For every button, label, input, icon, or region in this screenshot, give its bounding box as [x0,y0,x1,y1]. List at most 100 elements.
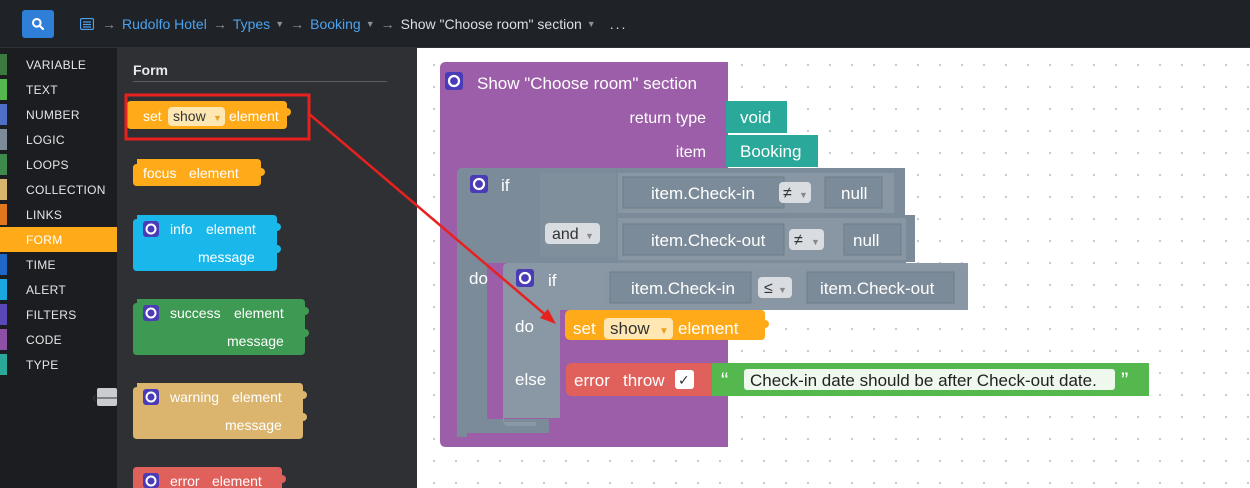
set-label: set [573,319,596,338]
caret-down-icon[interactable]: ▼ [587,19,596,29]
category-color-bar [0,254,7,275]
inner-else-label: else [515,370,546,389]
category-sidebar: VARIABLE TEXT NUMBER LOGIC LOOPS COLLECT… [0,48,123,488]
info-label: info [170,221,193,237]
compare2-right: null [853,231,879,250]
breadcrumb-current: Show "Choose room" section [400,16,582,32]
dropdown-caret-icon: ▼ [213,113,222,123]
category-color-bar [0,204,7,225]
category-text[interactable]: TEXT [0,77,117,102]
category-links[interactable]: LINKS [0,202,117,227]
compare1-right: null [841,184,867,203]
category-loops[interactable]: LOOPS [0,152,117,177]
element-label: element [678,319,739,338]
breadcrumb-link-types[interactable]: Types [233,16,270,32]
show-dropdown-label: show [610,319,650,338]
gear-icon[interactable] [445,72,463,90]
category-color-bar [0,304,7,325]
category-form[interactable]: FORM [0,227,117,252]
element-label: element [206,221,256,237]
category-color-bar [0,79,7,100]
message-label: message [227,333,284,349]
category-variable[interactable]: VARIABLE [0,52,117,77]
category-alert[interactable]: ALERT [0,277,117,302]
caret-down-icon[interactable]: ▼ [366,19,375,29]
dropdown-caret-icon: ▼ [811,237,820,247]
error-label: error [574,371,610,390]
element-label: element [189,165,239,181]
message-label: message [198,249,255,265]
flyout-block-focus[interactable]: focus element [133,159,265,186]
category-type[interactable]: TYPE [0,352,117,377]
list-icon[interactable] [80,18,94,30]
category-label: TEXT [26,82,58,97]
inner-compare-right: item.Check-out [820,279,935,298]
category-label: LOGIC [26,132,65,147]
do-label: do [469,269,488,288]
gear-icon[interactable] [143,389,159,405]
category-number[interactable]: NUMBER [0,102,117,127]
element-label: element [212,473,262,488]
gear-icon[interactable] [470,175,488,193]
element-label: element [232,389,282,405]
category-logic[interactable]: LOGIC [0,127,117,152]
arrow-right-icon: → [380,16,395,32]
search-button[interactable] [22,10,54,38]
gear-icon[interactable] [143,305,159,321]
flyout-block-success[interactable]: success element message [133,299,309,355]
and-label: and [552,226,579,243]
category-label: CODE [26,332,62,347]
error-throw-block[interactable]: error throw ✓ [566,363,712,396]
check-icon: ✓ [678,372,690,388]
item-value-block[interactable]: Booking [726,135,818,167]
category-label: LOOPS [26,157,69,172]
category-collection[interactable]: COLLECTION [0,177,117,202]
inner-do-label: do [515,317,534,336]
breadcrumb-link-booking[interactable]: Booking [310,16,361,32]
gear-icon[interactable] [143,221,159,237]
category-label: VARIABLE [26,57,87,72]
gear-icon[interactable] [143,473,159,488]
dropdown-caret-icon: ▼ [585,231,594,241]
set-show-element-block[interactable]: set show ▼ element [565,310,769,340]
arrow-right-icon: → [290,16,305,32]
flyout-block-info[interactable]: info element message [133,215,281,271]
category-color-bar [0,54,7,75]
block-workspace[interactable]: Show "Choose room" section return type i… [417,48,1250,488]
caret-down-icon[interactable]: ▼ [275,19,284,29]
item-label: item [676,144,706,161]
breadcrumb-link-hotel[interactable]: Rudolfo Hotel [122,16,207,32]
more-menu[interactable]: ... [610,16,628,32]
gear-icon[interactable] [516,269,534,287]
category-color-bar [0,229,7,250]
arrow-right-icon: → [212,16,227,32]
error-message-text[interactable]: Check-in date should be after Check-out … [750,371,1097,390]
throw-label: throw [623,371,665,390]
category-color-bar [0,104,7,125]
category-color-bar [0,329,7,350]
flyout-block-set-show[interactable]: set show ▼ element [127,101,291,129]
dropdown-caret-icon: ▼ [799,190,808,200]
category-code[interactable]: CODE [0,327,117,352]
flyout-blocks: set show ▼ element focus element info el… [124,93,311,488]
op2-label: ≠ [794,232,803,249]
close-quote-icon: ” [1121,368,1128,393]
flyout-block-error[interactable]: error element [133,467,286,488]
category-label: ALERT [26,282,66,297]
category-label: COLLECTION [26,182,106,197]
return-type-value-block[interactable]: void [726,101,787,133]
element-label: element [234,305,284,321]
inner-compare-left: item.Check-in [631,279,735,298]
breadcrumb: → Rudolfo Hotel → Types ▼ → Booking ▼ → … [80,0,627,48]
collapse-sidebar-button[interactable]: 🡐 [91,388,123,406]
category-time[interactable]: TIME [0,252,117,277]
flyout-block-warning[interactable]: warning element message [133,383,307,439]
compare2-left: item.Check-out [651,231,766,250]
return-type-value: void [740,108,771,127]
category-filters[interactable]: FILTERS [0,302,117,327]
text-literal-block[interactable]: “ Check-in date should be after Check-ou… [712,363,1149,396]
arrow-right-icon: → [102,16,116,32]
error-label: error [170,473,200,488]
show-dropdown-label: show [173,108,207,124]
compare1-left: item.Check-in [651,184,755,203]
